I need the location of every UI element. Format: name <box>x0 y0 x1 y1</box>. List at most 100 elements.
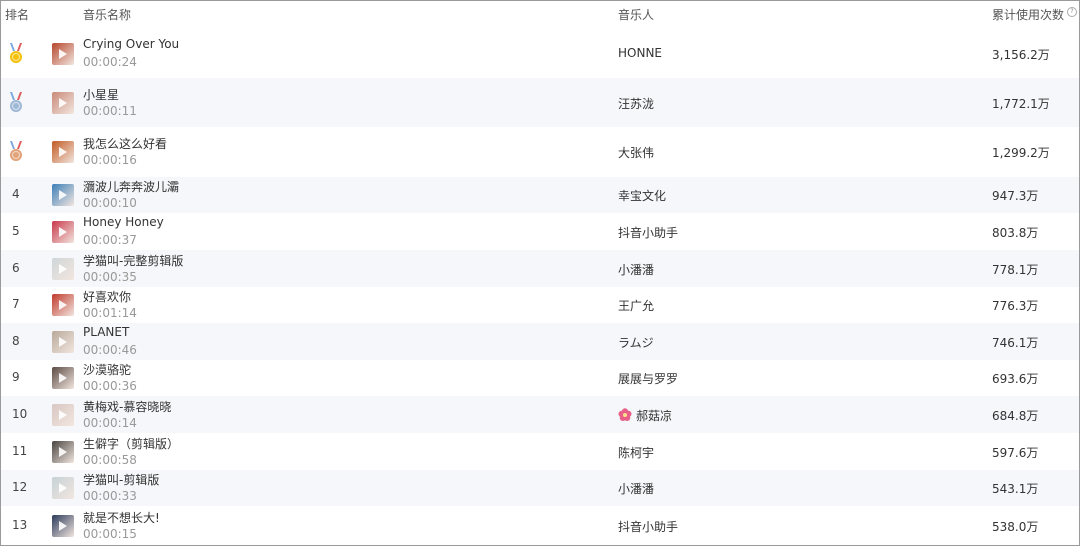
song-duration: 00:00:36 <box>83 379 137 393</box>
album-cover-thumbnail[interactable] <box>52 367 74 389</box>
rank-number: 7 <box>12 297 20 311</box>
help-icon[interactable]: ? <box>1067 7 1078 17</box>
table-row[interactable]: 5 Honey Honey 00:00:37 抖音小助手 803.8万 <box>1 213 1079 250</box>
play-icon[interactable] <box>59 336 67 347</box>
album-cover-thumbnail[interactable] <box>52 257 74 280</box>
rank-number: 9 <box>12 370 20 384</box>
play-icon[interactable] <box>59 300 67 310</box>
play-icon[interactable] <box>59 190 67 200</box>
rank-number: 8 <box>12 333 20 348</box>
song-title[interactable]: 好喜欢你 <box>83 288 131 305</box>
album-cover-thumbnail[interactable] <box>52 42 74 65</box>
usage-count: 803.8万 <box>992 225 1039 240</box>
artist-name[interactable]: HONNE <box>618 46 662 60</box>
table-row[interactable]: 小星星 00:00:11 汪苏泷 1,772.1万 <box>1 78 1079 127</box>
play-icon[interactable] <box>59 373 67 383</box>
usage-count: 693.6万 <box>992 372 1039 386</box>
table-row[interactable]: 13 就是不想长大! 00:00:15 抖音小助手 538.0万 <box>1 506 1079 545</box>
play-icon[interactable] <box>59 483 67 493</box>
album-cover-thumbnail[interactable] <box>52 477 74 499</box>
play-icon[interactable] <box>59 146 67 157</box>
artist-label: 小潘潘 <box>618 262 655 277</box>
artist-label: 展展与罗罗 <box>618 372 679 386</box>
artist-name[interactable]: 陈柯宇 <box>618 444 654 461</box>
table-row[interactable]: 9 沙漠骆驼 00:00:36 展展与罗罗 693.6万 <box>1 360 1079 396</box>
usage-count: 1,772.1万 <box>992 96 1050 111</box>
artist-name[interactable]: ラムジ <box>618 334 654 351</box>
song-title[interactable]: PLANET <box>83 325 129 339</box>
album-cover-thumbnail[interactable] <box>52 440 74 463</box>
album-cover-thumbnail[interactable] <box>52 184 74 206</box>
album-cover-thumbnail[interactable] <box>52 91 74 114</box>
song-title[interactable]: 学猫叫-完整剪辑版 <box>83 252 183 269</box>
album-cover-thumbnail[interactable] <box>52 294 74 316</box>
play-icon[interactable] <box>59 97 67 108</box>
song-duration: 00:00:11 <box>83 103 137 118</box>
artist-name[interactable]: 大张伟 <box>618 144 654 161</box>
table-row[interactable]: 我怎么这么好看 00:00:16 大张伟 1,299.2万 <box>1 127 1079 176</box>
album-cover-thumbnail[interactable] <box>52 220 74 243</box>
silver-medal-icon <box>10 91 22 112</box>
artist-label: 抖音小助手 <box>618 225 679 240</box>
artist-label: 小潘潘 <box>618 482 655 496</box>
play-icon[interactable] <box>59 520 67 531</box>
song-title[interactable]: 瀰波儿奔奔波儿灞 <box>83 178 179 195</box>
artist-name[interactable]: 小潘潘 <box>618 261 654 278</box>
play-icon[interactable] <box>59 48 67 59</box>
table-row[interactable]: 6 学猫叫-完整剪辑版 00:00:35 小潘潘 778.1万 <box>1 250 1079 287</box>
usage-count: 776.3万 <box>992 299 1039 313</box>
album-cover-thumbnail[interactable] <box>52 330 74 353</box>
album-cover-thumbnail[interactable] <box>52 140 74 163</box>
play-icon[interactable] <box>59 446 67 457</box>
rank-number: 12 <box>12 480 28 494</box>
artist-label: ラムジ <box>618 335 654 350</box>
table-row[interactable]: 10 黄梅戏-慕容晓晓 00:00:14 郝菇凉 684.8万 <box>1 396 1079 433</box>
rank-number: 6 <box>12 260 20 275</box>
artist-name[interactable]: 展展与罗罗 <box>618 370 678 387</box>
song-title[interactable]: 小星星 <box>83 86 119 103</box>
usage-count: 746.1万 <box>992 335 1039 350</box>
artist-name[interactable]: 小潘潘 <box>618 480 654 497</box>
song-title[interactable]: 沙漠骆驼 <box>83 361 131 378</box>
table-row[interactable]: 12 学猫叫-剪辑版 00:00:33 小潘潘 543.1万 <box>1 470 1079 506</box>
gold-medal-icon <box>10 42 22 63</box>
song-title[interactable]: Crying Over You <box>83 37 179 51</box>
song-title[interactable]: 就是不想长大! <box>83 509 160 526</box>
artist-name[interactable]: 抖音小助手 <box>618 224 678 241</box>
usage-count: 684.8万 <box>992 408 1039 423</box>
song-title[interactable]: 生僻字（剪辑版） <box>83 435 179 452</box>
usage-count: 597.6万 <box>992 445 1039 460</box>
play-icon[interactable] <box>59 226 67 237</box>
artist-label: 汪苏泷 <box>618 96 655 111</box>
album-cover-thumbnail[interactable] <box>52 514 74 537</box>
song-title[interactable]: 黄梅戏-慕容晓晓 <box>83 398 171 415</box>
song-title[interactable]: 我怎么这么好看 <box>83 135 167 152</box>
play-icon[interactable] <box>59 409 67 420</box>
artist-name[interactable]: 抖音小助手 <box>618 518 678 535</box>
play-icon[interactable] <box>59 263 67 274</box>
table-row[interactable]: Crying Over You 00:00:24 HONNE 3,156.2万 <box>1 29 1079 78</box>
song-title[interactable]: Honey Honey <box>83 215 164 229</box>
rank-number: 11 <box>12 443 28 458</box>
artist-name[interactable]: 幸宝文化 <box>618 187 666 204</box>
table-row[interactable]: 7 好喜欢你 00:01:14 王广允 776.3万 <box>1 287 1079 323</box>
artist-name[interactable]: 王广允 <box>618 297 654 314</box>
song-duration: 00:00:33 <box>83 489 137 503</box>
table-row[interactable]: 11 生僻字（剪辑版） 00:00:58 陈柯宇 597.6万 <box>1 433 1079 470</box>
artist-name[interactable]: 汪苏泷 <box>618 95 654 112</box>
song-duration: 00:00:58 <box>83 452 137 467</box>
bronze-medal-icon <box>10 140 22 161</box>
artist-label: HONNE <box>618 45 663 60</box>
artist-name[interactable]: 郝菇凉 <box>618 407 672 424</box>
song-title[interactable]: 学猫叫-剪辑版 <box>83 471 159 488</box>
table-row[interactable]: 8 PLANET 00:00:46 ラムジ 746.1万 <box>1 323 1079 360</box>
table-row[interactable]: 4 瀰波儿奔奔波儿灞 00:00:10 幸宝文化 947.3万 <box>1 177 1079 213</box>
album-cover-thumbnail[interactable] <box>52 403 74 426</box>
rank-number: 4 <box>12 187 20 201</box>
song-duration: 00:00:15 <box>83 526 137 541</box>
artist-label: 抖音小助手 <box>618 519 679 534</box>
chart-window: 排名 音乐名称 音乐人 累计使用次数? Crying Over You 00:00… <box>0 0 1080 546</box>
rank-number: 10 <box>12 406 28 421</box>
header-count: 累计使用次数? <box>992 6 1078 23</box>
rank-number: 5 <box>12 223 20 238</box>
